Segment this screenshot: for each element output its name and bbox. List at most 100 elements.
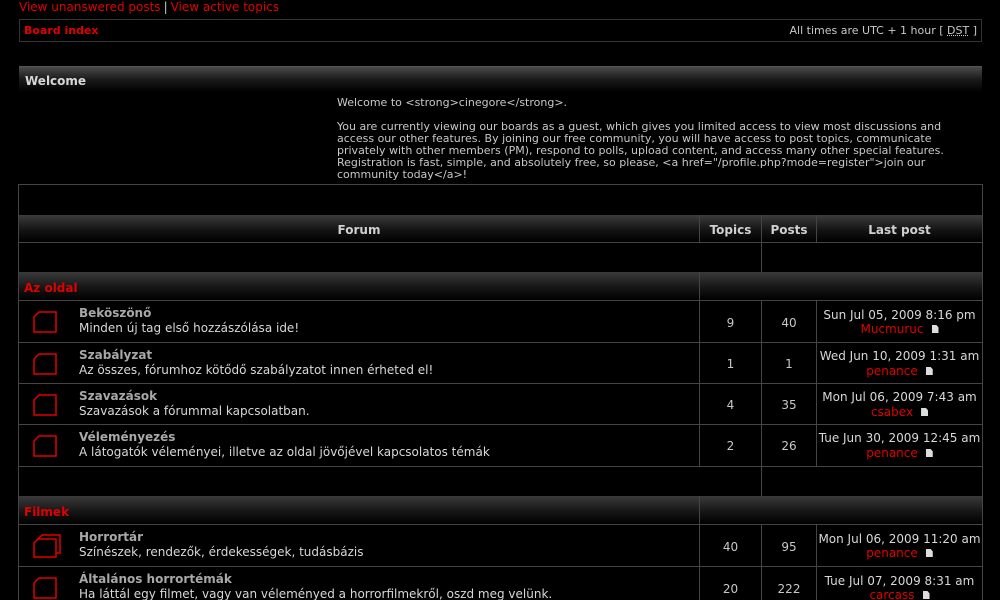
last-post-date: Wed Jun 10, 2009 1:31 am bbox=[819, 349, 980, 363]
forum-description: Színészek, rendezők, érdekességek, tudás… bbox=[79, 545, 364, 559]
last-post-user[interactable]: penance bbox=[866, 446, 918, 460]
header-topics: Topics bbox=[700, 215, 762, 242]
posts-cell: 95 bbox=[762, 525, 817, 566]
view-latest-post-icon[interactable] bbox=[931, 325, 939, 333]
forum-folder-icon bbox=[33, 394, 57, 416]
forum-folder-icon bbox=[33, 353, 57, 375]
forum-title[interactable]: Általános horrortémák bbox=[79, 572, 232, 586]
forum-row: Szabályzat Az összes, fórumhoz kötődő sz… bbox=[19, 342, 982, 383]
forum-cell: Beköszönő Minden új tag első hozzászólás… bbox=[19, 301, 700, 342]
last-post-user[interactable]: penance bbox=[866, 364, 918, 378]
welcome-line-1: Welcome to <strong>cinegore</strong>. bbox=[337, 96, 568, 109]
view-latest-post-icon[interactable] bbox=[925, 449, 933, 457]
forum-row: Horrortár Színészek, rendezők, érdekessé… bbox=[19, 524, 982, 566]
last-post-cell: Wed Jun 10, 2009 1:31 am penance bbox=[817, 343, 982, 383]
forum-folder-icon bbox=[33, 435, 57, 457]
posts-cell: 40 bbox=[762, 301, 817, 342]
forum-row: Véleményezés A látogatók véleményei, ill… bbox=[19, 424, 982, 466]
topics-count: 4 bbox=[726, 398, 735, 412]
topics-count: 1 bbox=[726, 357, 735, 371]
last-post-user[interactable]: penance bbox=[866, 546, 918, 560]
topics-cell: 4 bbox=[700, 384, 762, 424]
view-latest-post-icon[interactable] bbox=[921, 408, 929, 416]
last-post-cell: Tue Jun 30, 2009 12:45 am penance bbox=[817, 425, 982, 466]
posts-count: 35 bbox=[781, 398, 797, 412]
welcome-title: Welcome bbox=[25, 74, 87, 88]
topics-cell: 20 bbox=[700, 567, 762, 600]
last-post-date: Tue Jun 30, 2009 12:45 am bbox=[818, 431, 981, 445]
welcome-line-2: You are currently viewing our boards as … bbox=[337, 120, 944, 181]
category-filler bbox=[700, 272, 982, 300]
view-latest-post-icon[interactable] bbox=[925, 549, 933, 557]
forum-folder-icon bbox=[33, 577, 57, 599]
category-cell: Az oldal bbox=[19, 272, 700, 300]
forum-row: Beköszönő Minden új tag első hozzászólás… bbox=[19, 300, 982, 342]
spacer-cell bbox=[19, 467, 762, 496]
posts-cell: 222 bbox=[762, 567, 817, 600]
topics-cell: 9 bbox=[700, 301, 762, 342]
view-active-link[interactable]: View active topics bbox=[171, 0, 279, 14]
category-title[interactable]: Filmek bbox=[24, 505, 69, 519]
last-post-date: Mon Jul 06, 2009 7:43 am bbox=[822, 390, 977, 404]
category-row-az-oldal: Az oldal bbox=[19, 272, 982, 300]
forum-description: A látogatók véleményei, illetve az oldal… bbox=[79, 445, 490, 459]
topics-count: 20 bbox=[722, 582, 739, 596]
topics-count: 2 bbox=[726, 439, 735, 453]
link-separator: | bbox=[163, 0, 168, 14]
forum-cell: Véleményezés A látogatók véleményei, ill… bbox=[19, 425, 700, 466]
welcome-message: Welcome to <strong>cinegore</strong>. Yo… bbox=[337, 97, 977, 193]
forum-subforums-icon bbox=[33, 534, 61, 558]
table-header-row: Forum Topics Posts Last post bbox=[19, 215, 982, 242]
spacer-cell bbox=[762, 243, 982, 272]
topics-count: 9 bbox=[726, 316, 735, 330]
forum-cell: Horrortár Színészek, rendezők, érdekessé… bbox=[19, 525, 700, 566]
posts-count: 1 bbox=[785, 357, 793, 371]
spacer-row bbox=[19, 466, 982, 496]
topics-count: 40 bbox=[722, 540, 739, 554]
posts-cell: 35 bbox=[762, 384, 817, 424]
spacer-row bbox=[19, 242, 982, 272]
timezone-prefix: All times are UTC + 1 hour [ bbox=[789, 24, 944, 37]
dst-abbr: DST bbox=[947, 24, 970, 37]
last-post-date: Tue Jul 07, 2009 8:31 am bbox=[824, 574, 975, 588]
category-title[interactable]: Az oldal bbox=[24, 281, 78, 295]
last-post-user[interactable]: carcass bbox=[869, 588, 914, 600]
forum-title[interactable]: Horrortár bbox=[79, 530, 143, 544]
forum-title[interactable]: Szabályzat bbox=[79, 348, 152, 362]
header-last-post: Last post bbox=[868, 223, 931, 237]
board-index-link[interactable]: Board index bbox=[24, 24, 99, 37]
header-posts: Posts bbox=[762, 215, 817, 242]
category-row-filmek: Filmek bbox=[19, 496, 982, 524]
topics-cell: 40 bbox=[700, 525, 762, 566]
topics-cell: 2 bbox=[700, 425, 762, 466]
forum-cell: Szabályzat Az összes, fórumhoz kötődő sz… bbox=[19, 343, 700, 383]
last-post-user[interactable]: Mucmuruc bbox=[861, 322, 924, 336]
last-post-cell: Tue Jul 07, 2009 8:31 am carcass bbox=[817, 567, 982, 600]
forum-description: Minden új tag első hozzászólása ide! bbox=[79, 321, 300, 335]
forum-title[interactable]: Beköszönő bbox=[79, 306, 151, 320]
forum-description: Szavazások a fórummal kapcsolatban. bbox=[79, 404, 310, 418]
forum-row: Szavazások Szavazások a fórummal kapcsol… bbox=[19, 383, 982, 424]
posts-count: 222 bbox=[777, 582, 801, 596]
forum-cell: Szavazások Szavazások a fórummal kapcsol… bbox=[19, 384, 700, 424]
posts-count: 95 bbox=[781, 540, 797, 554]
category-cell: Filmek bbox=[19, 496, 700, 524]
forum-description: Az összes, fórumhoz kötődő szabályzatot … bbox=[79, 363, 434, 377]
navbar: Board index All times are UTC + 1 hour [… bbox=[19, 19, 982, 42]
top-links: View unanswered posts | View active topics bbox=[19, 0, 279, 14]
header-forum: Forum bbox=[19, 215, 700, 242]
forum-table: Forum Topics Posts Last post Az oldal Be… bbox=[18, 184, 983, 600]
topics-cell: 1 bbox=[700, 343, 762, 383]
last-post-user[interactable]: csabex bbox=[871, 405, 913, 419]
forum-title[interactable]: Véleményezés bbox=[79, 430, 175, 444]
last-post-cell: Sun Jul 05, 2009 8:16 pm Mucmuruc bbox=[817, 301, 982, 342]
last-post-cell: Mon Jul 06, 2009 7:43 am csabex bbox=[817, 384, 982, 424]
forum-cell: Általános horrortémák Ha láttál egy film… bbox=[19, 567, 700, 600]
forum-description: Ha láttál egy filmet, vagy van véleménye… bbox=[79, 587, 553, 600]
timezone-suffix: ] bbox=[972, 24, 977, 37]
view-unanswered-link[interactable]: View unanswered posts bbox=[19, 0, 161, 14]
view-latest-post-icon[interactable] bbox=[925, 367, 933, 375]
last-post-date: Mon Jul 06, 2009 11:20 am bbox=[818, 532, 981, 546]
view-latest-post-icon[interactable] bbox=[922, 591, 930, 599]
forum-title[interactable]: Szavazások bbox=[79, 389, 157, 403]
